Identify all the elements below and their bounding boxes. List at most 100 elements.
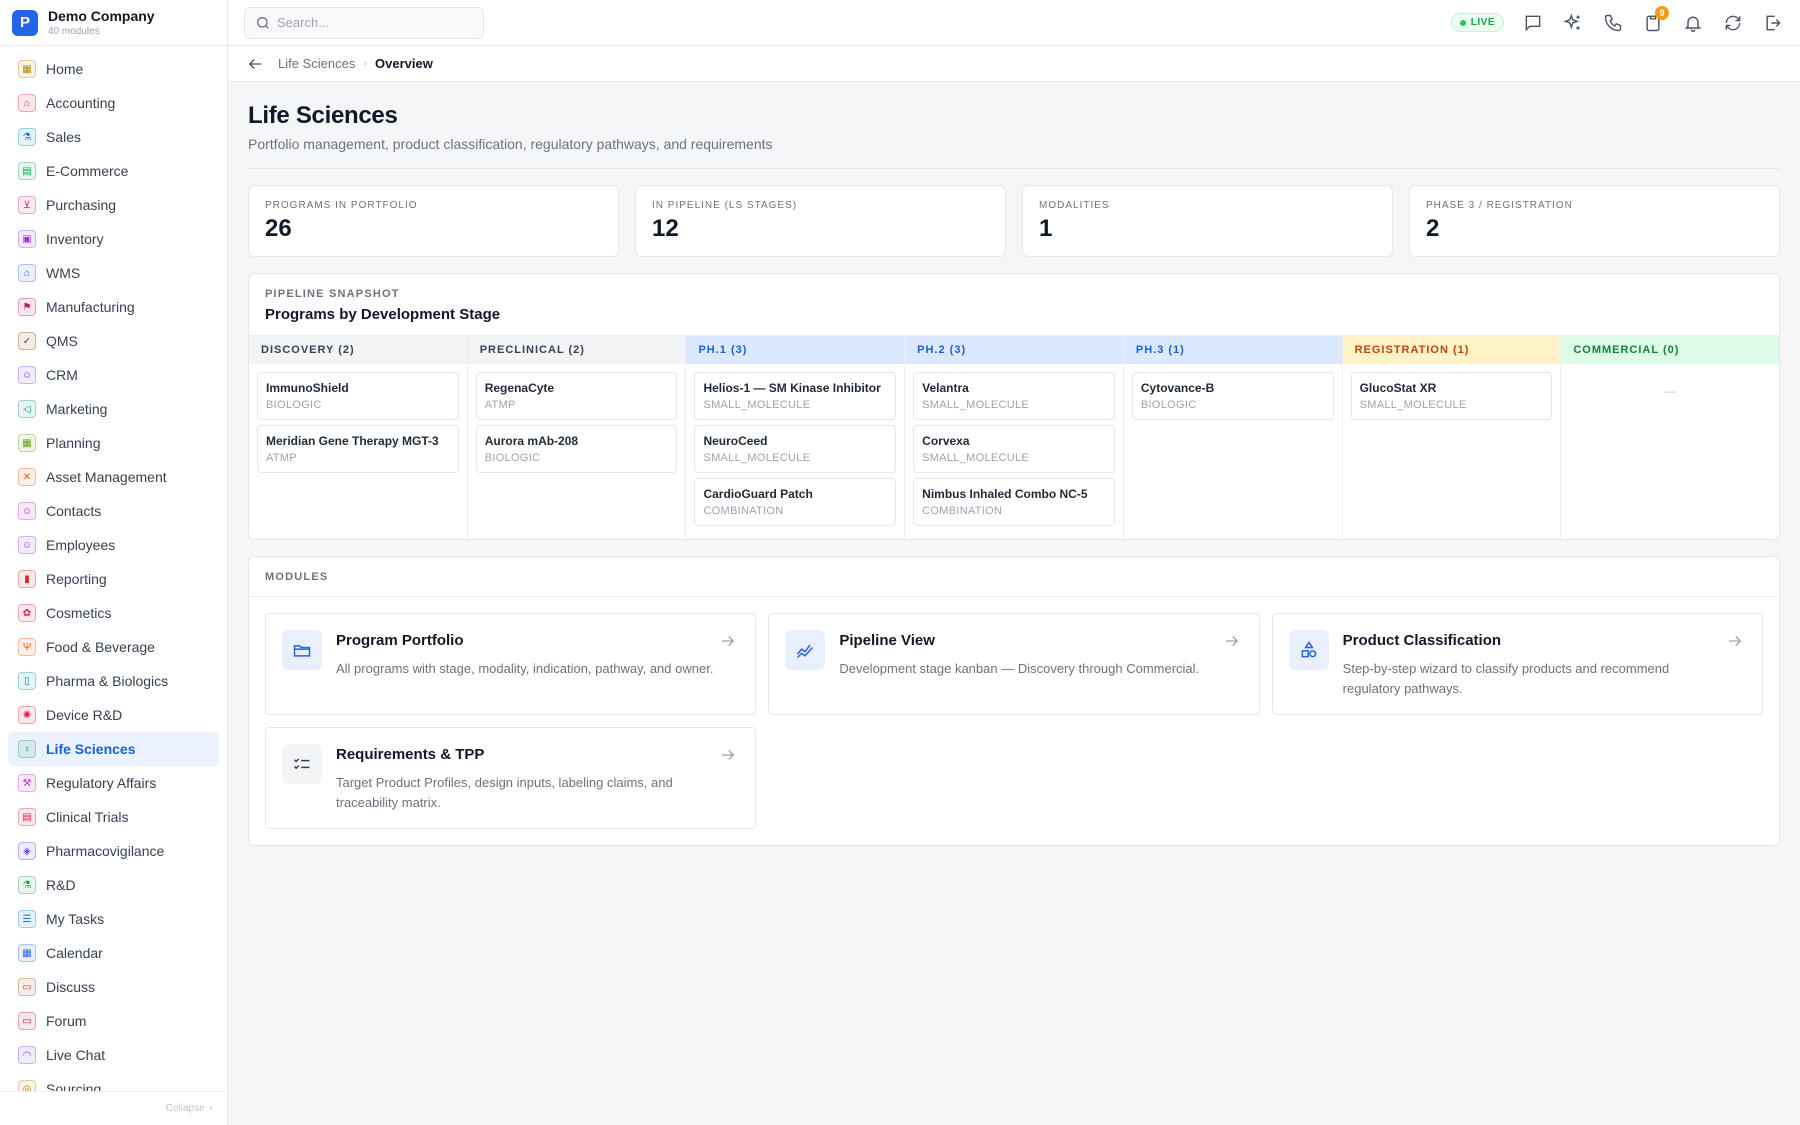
microscope-icon: ♁ [18, 740, 36, 758]
pipeline-column: Ph.3 (1) Cytovance-B BIOLOGIC [1123, 336, 1343, 539]
arrow-left-icon [248, 58, 261, 69]
sidebar-item-pharma-biologics[interactable]: ▯ Pharma & Biologics [8, 664, 219, 698]
program-name: Cytovance-B [1140, 381, 1215, 395]
module-card-program-portfolio[interactable]: Program Portfolio All programs with stage… [265, 613, 757, 715]
program-card[interactable]: ImmunoShield BIOLOGIC [257, 372, 459, 420]
sidebar-item-inventory[interactable]: ▣ Inventory [8, 222, 219, 256]
shapes-icon [1288, 630, 1329, 670]
notifications-button[interactable] [1682, 12, 1704, 34]
sidebar-item-e-commerce[interactable]: ▤ E-Commerce [8, 154, 219, 188]
sidebar-item-accounting[interactable]: ⌂ Accounting [8, 86, 219, 120]
modules-grid: Program Portfolio All programs with stage… [249, 597, 1779, 845]
program-modality: BIOLOGIC [484, 452, 541, 464]
ai-assistant-button[interactable] [1562, 12, 1584, 34]
sidebar-item-contacts[interactable]: ☺ Contacts [8, 494, 219, 528]
sidebar-item-device-r-d[interactable]: ✺ Device R&D [8, 698, 219, 732]
program-card[interactable]: CardioGuard Patch COMBINATION [694, 478, 897, 526]
program-modality: COMBINATION [703, 505, 784, 517]
pipeline-column-header: Ph.2 (3) [905, 336, 1123, 364]
folder-icon [282, 630, 322, 670]
search-icon [257, 16, 269, 29]
sidebar-item-calendar[interactable]: ▦ Calendar [8, 936, 219, 970]
sidebar-item-label: Sales [46, 129, 82, 145]
sidebar-item-label: Clinical Trials [46, 809, 129, 825]
sidebar-item-wms[interactable]: ⌂ WMS [8, 256, 219, 290]
sidebar-item-crm[interactable]: ☺ CRM [8, 358, 219, 392]
sidebar-item-employees[interactable]: ☺ Employees [8, 528, 219, 562]
program-card[interactable]: NeuroCeed SMALL_MOLECULE [694, 425, 897, 473]
stat-card-pipeline: In Pipeline (LS Stages) 12 [635, 185, 1006, 257]
program-modality: SMALL_MOLECULE [922, 399, 1030, 411]
sidebar-nav: ▦ Home ⌂ Accounting ⚗ Sales ▤ E-Commerce ⊻ Purcha… [8, 52, 219, 1092]
sidebar-item-reporting[interactable]: ▮ Reporting [8, 562, 219, 596]
sidebar-item-forum[interactable]: ▭ Forum [8, 1004, 219, 1038]
sidebar-item-label: Discuss [46, 979, 96, 995]
tasks-button[interactable]: 9 [1642, 5, 1669, 34]
sidebar-item-life-sciences[interactable]: ♁ Life Sciences [8, 732, 219, 766]
program-modality: SMALL_MOLECULE [922, 452, 1030, 464]
sidebar-item-marketing[interactable]: ◁ Marketing [8, 392, 219, 426]
sparkles-icon [1563, 12, 1580, 30]
sync-button[interactable] [1722, 12, 1744, 34]
breadcrumb-current: Overview [375, 56, 433, 71]
stat-label: Phase 3 / Registration [1426, 200, 1573, 211]
sidebar-item-asset-management[interactable]: ✕ Asset Management [8, 460, 219, 494]
program-card[interactable]: RegenaCyte ATMP [475, 372, 678, 420]
sidebar-item-regulatory-affairs[interactable]: ⚒ Regulatory Affairs [8, 766, 219, 800]
program-card[interactable]: Aurora mAb-208 BIOLOGIC [475, 425, 678, 473]
program-card[interactable]: Velantra SMALL_MOLECULE [913, 372, 1115, 420]
bell-icon [1684, 16, 1702, 32]
messages-button[interactable] [1522, 12, 1544, 34]
brand[interactable]: P Demo Company 40 modules [0, 0, 227, 46]
module-count: 40 modules [48, 26, 100, 37]
back-button[interactable] [246, 55, 264, 73]
sidebar-item-my-tasks[interactable]: ☰ My Tasks [8, 902, 219, 936]
factory-icon: ⚑ [18, 298, 36, 316]
sidebar-item-r-d[interactable]: ⚗ R&D [8, 868, 219, 902]
page-title: Life Sciences [248, 102, 398, 129]
program-card[interactable]: Meridian Gene Therapy MGT-3 ATMP [257, 425, 459, 473]
program-card[interactable]: Corvexa SMALL_MOLECULE [913, 425, 1115, 473]
program-card[interactable]: GlucoStat XR SMALL_MOLECULE [1350, 372, 1553, 420]
sidebar-item-label: WMS [46, 265, 81, 281]
module-card-product-classification[interactable]: Product Classification Step-by-step wizar… [1271, 613, 1763, 715]
breadcrumb-parent[interactable]: Life Sciences [278, 56, 355, 71]
pipeline-column-header: Ph.1 (3) [686, 336, 905, 364]
sidebar-item-sourcing[interactable]: ◎ Sourcing [8, 1072, 219, 1092]
sidebar-item-planning[interactable]: ▦ Planning [8, 426, 219, 460]
program-card[interactable]: Helios-1 — SM Kinase Inhibitor SMALL_MOLE… [694, 372, 897, 420]
sidebar-item-clinical-trials[interactable]: ▤ Clinical Trials [8, 800, 219, 834]
arrow-right-icon [1223, 632, 1241, 655]
sidebar-item-sales[interactable]: ⚗ Sales [8, 120, 219, 154]
sidebar-item-pharmacovigilance[interactable]: ◈ Pharmacovigilance [8, 834, 219, 868]
search-input[interactable] [277, 15, 467, 30]
sidebar-item-discuss[interactable]: ▭ Discuss [8, 970, 219, 1004]
module-card-pipeline-view[interactable]: Pipeline View Development stage kanban — … [768, 613, 1260, 715]
arrow-right-icon [719, 632, 737, 655]
phone-button[interactable] [1602, 12, 1624, 34]
logout-icon [1766, 15, 1781, 30]
pipeline-column-header: Registration (1) [1342, 336, 1561, 364]
check-badge-icon: ✓ [18, 332, 36, 350]
sidebar-item-label: E-Commerce [46, 163, 129, 179]
sidebar-item-food-beverage[interactable]: Ψ Food & Beverage [8, 630, 219, 664]
message-square-icon [1525, 15, 1541, 31]
sidebar-item-home[interactable]: ▦ Home [8, 52, 219, 86]
sidebar-item-manufacturing[interactable]: ⚑ Manufacturing [8, 290, 219, 324]
pipeline-column: Ph.2 (3) Velantra SMALL_MOLECULE Corvexa SMA… [905, 336, 1124, 539]
sidebar-item-qms[interactable]: ✓ QMS [8, 324, 219, 358]
logout-button[interactable] [1762, 12, 1784, 34]
arrow-right-icon [719, 746, 737, 769]
program-card[interactable]: Cytovance-B BIOLOGIC [1131, 372, 1334, 420]
page-subtitle: Portfolio management, product classifica… [248, 136, 773, 152]
sidebar-item-purchasing[interactable]: ⊻ Purchasing [8, 188, 219, 222]
sidebar-item-cosmetics[interactable]: ✿ Cosmetics [8, 596, 219, 630]
program-card[interactable]: Nimbus Inhaled Combo NC-5 COMBINATION [913, 478, 1115, 526]
sidebar-item-label: Reporting [46, 571, 107, 587]
search-box[interactable] [244, 6, 484, 39]
module-title: Product Classification [1342, 632, 1502, 649]
sidebar-item-live-chat[interactable]: ◠ Live Chat [8, 1038, 219, 1072]
collapse-button[interactable]: Collapse ‹ [0, 1091, 227, 1125]
program-name: Meridian Gene Therapy MGT-3 [266, 434, 439, 448]
module-card-requirements-tpp[interactable]: Requirements & TPP Target Product Profile… [265, 727, 757, 829]
